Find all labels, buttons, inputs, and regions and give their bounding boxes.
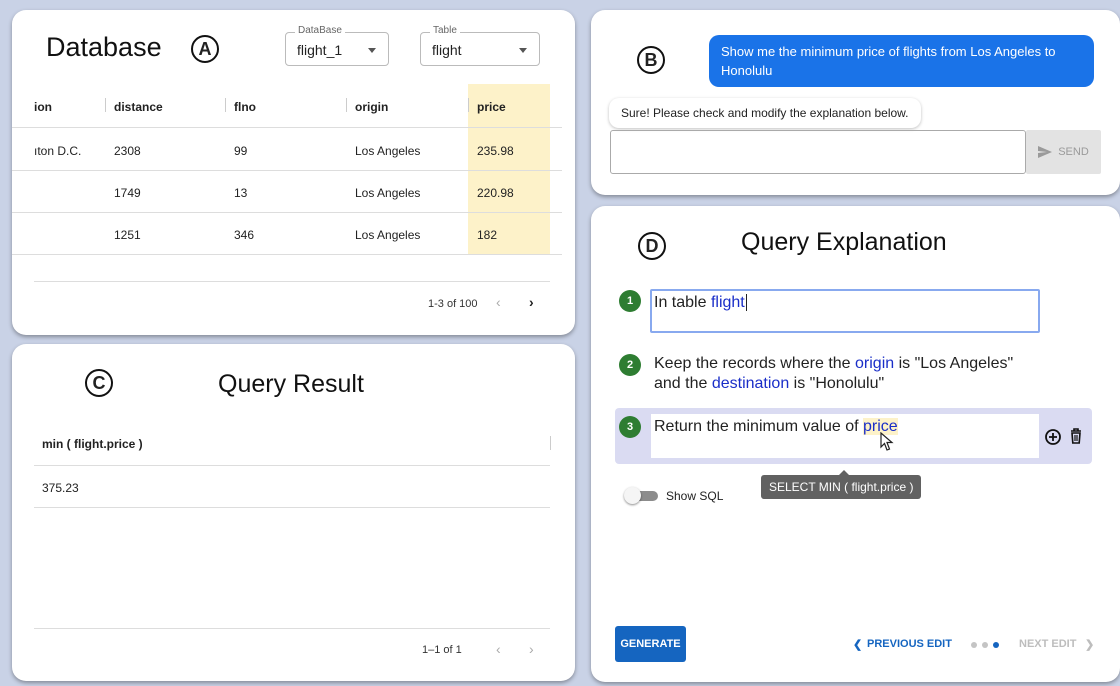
column-divider[interactable] [225, 98, 226, 112]
table-cell: 2308 [114, 144, 141, 158]
chat-panel: B Show me the minimum price of flights f… [591, 10, 1120, 195]
pagination-dot [982, 642, 988, 648]
table-cell: 13 [234, 186, 248, 200]
panel-marker-c: C [85, 369, 113, 397]
column-divider[interactable] [550, 436, 551, 450]
step-1-text[interactable]: In table flight [654, 293, 747, 313]
result-value: 375.23 [42, 481, 79, 495]
table-row: ıton D.C. 2308 99 Los Angeles 235.98 [12, 128, 562, 171]
chevron-left-icon[interactable]: ‹ [496, 294, 501, 310]
query-result-panel: C Query Result min ( flight.price ) 375.… [12, 344, 575, 681]
query-explanation-title: Query Explanation [741, 228, 947, 256]
result-header: min ( flight.price ) [34, 422, 551, 466]
step-text-plain: is "Los Angeles" [894, 355, 1014, 372]
step-2-text[interactable]: Keep the records where the origin is "Lo… [654, 354, 1013, 394]
step-number: 1 [619, 290, 641, 312]
step-text-plain: In table [654, 294, 711, 311]
column-header[interactable]: distance [114, 100, 163, 114]
table-footer-divider [34, 281, 550, 282]
column-header[interactable]: flno [234, 100, 256, 114]
result-column-header[interactable]: min ( flight.price ) [42, 437, 143, 451]
bot-message: Sure! Please check and modify the explan… [609, 98, 921, 128]
chevron-left-icon[interactable]: ❮ [853, 638, 862, 651]
table-cell: 346 [234, 228, 255, 242]
table-header: ion distance flno origin price [12, 84, 562, 128]
table-select-label: Table [430, 25, 460, 36]
toggle-knob [624, 487, 641, 504]
table-cell: Los Angeles [355, 186, 421, 200]
next-edit-button[interactable]: NEXT EDIT [1019, 638, 1076, 650]
send-icon [1038, 146, 1053, 158]
step-text-plain: is "Honolulu" [789, 375, 885, 392]
table-row: 375.23 [34, 466, 550, 508]
previous-edit-button[interactable]: PREVIOUS EDIT [867, 638, 952, 650]
chevron-left-icon[interactable]: ‹ [496, 641, 501, 657]
table-select[interactable]: Table flight [420, 25, 540, 66]
pagination-dot-active [993, 642, 999, 648]
send-button[interactable]: SEND [1026, 130, 1101, 174]
keyword-flight[interactable]: flight [711, 294, 745, 311]
delete-icon[interactable] [1069, 427, 1083, 445]
table-cell: ıton D.C. [34, 144, 82, 158]
database-select[interactable]: DataBase flight_1 [285, 25, 389, 66]
table-cell: Los Angeles [355, 144, 421, 158]
show-sql-toggle[interactable] [624, 487, 660, 504]
table-footer-divider [34, 628, 550, 629]
query-explanation-panel: D Query Explanation 1 In table flight 2 … [591, 206, 1120, 682]
table-cell: 1749 [114, 186, 141, 200]
column-divider[interactable] [468, 98, 469, 112]
column-header[interactable]: origin [355, 100, 388, 114]
panel-marker-b: B [637, 46, 665, 74]
step-3-text[interactable]: Return the minimum value of price [654, 417, 898, 437]
show-sql-label: Show SQL [666, 489, 724, 503]
pagination-text: 1–1 of 1 [422, 644, 462, 656]
chevron-right-icon[interactable]: › [529, 294, 534, 310]
column-header-price[interactable]: price [477, 100, 506, 114]
table-row: 1251 346 Los Angeles 182 [12, 212, 562, 255]
step-text-plain: Return the minimum value of [654, 418, 863, 435]
table-row: 1749 13 Los Angeles 220.98 [12, 170, 562, 213]
pagination-dot [971, 642, 977, 648]
table-cell: 99 [234, 144, 248, 158]
step-number: 2 [619, 354, 641, 376]
panel-marker-d: D [638, 232, 666, 260]
table-cell: Los Angeles [355, 228, 421, 242]
pagination-text: 1-3 of 100 [428, 298, 478, 310]
chevron-down-icon [368, 48, 376, 53]
mouse-cursor-icon [880, 432, 894, 451]
column-divider[interactable] [346, 98, 347, 112]
keyword-origin[interactable]: origin [855, 355, 894, 372]
chevron-right-icon[interactable]: › [529, 641, 534, 657]
database-select-label: DataBase [295, 25, 345, 36]
chevron-right-icon[interactable]: ❯ [1085, 638, 1094, 651]
step-text-plain: and the [654, 375, 712, 392]
user-message: Show me the minimum price of flights fro… [709, 35, 1094, 87]
database-panel: Database A DataBase flight_1 Table fligh… [12, 10, 575, 335]
step-number: 3 [619, 416, 641, 438]
send-button-label: SEND [1058, 146, 1089, 158]
generate-button[interactable]: GENERATE [615, 626, 686, 662]
chat-input[interactable] [610, 130, 1026, 174]
table-cell: 1251 [114, 228, 141, 242]
keyword-destination[interactable]: destination [712, 375, 789, 392]
table-cell-price: 235.98 [477, 144, 514, 158]
table-cell-price: 220.98 [477, 186, 514, 200]
text-cursor [745, 294, 747, 311]
table-select-value: flight [432, 42, 462, 58]
step-text-plain: Keep the records where the [654, 355, 856, 372]
database-select-value: flight_1 [297, 42, 343, 58]
query-result-title: Query Result [218, 370, 364, 398]
column-header[interactable]: ion [34, 100, 52, 114]
sql-tooltip: SELECT MIN ( flight.price ) [761, 470, 922, 499]
table-cell-price: 182 [477, 228, 498, 242]
database-title: Database [46, 32, 162, 62]
panel-marker-a: A [191, 35, 219, 63]
chevron-down-icon [519, 48, 527, 53]
column-divider[interactable] [105, 98, 106, 112]
add-circle-icon[interactable] [1044, 428, 1062, 446]
